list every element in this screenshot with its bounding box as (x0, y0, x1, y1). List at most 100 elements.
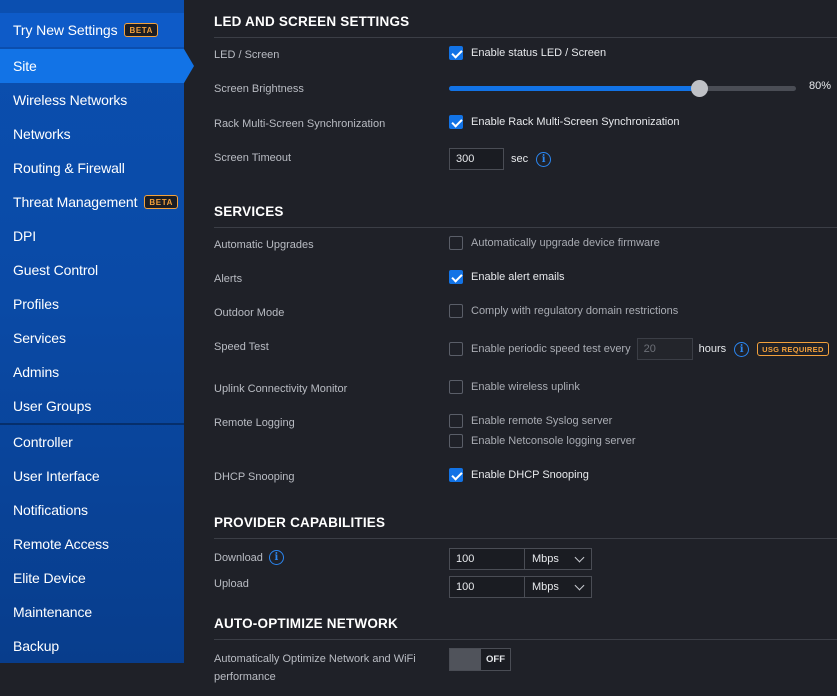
uplink-monitor-label: Uplink Connectivity Monitor (214, 383, 348, 395)
auto-upgrades-row: Automatically upgrade device firmware (449, 236, 660, 250)
speed-test-interval-input[interactable]: 20 (636, 338, 693, 360)
alerts-option: Enable alert emails (471, 271, 565, 283)
sidebar-item-label: Maintenance (13, 604, 93, 620)
try-new-settings-link[interactable]: Try New Settings BETA (0, 13, 184, 47)
info-icon[interactable]: i (734, 341, 750, 357)
rack-sync-label: Rack Multi-Screen Synchronization (214, 118, 386, 130)
sidebar-item-guest-control[interactable]: Guest Control (0, 253, 184, 287)
wireless-uplink-option: Enable wireless uplink (471, 381, 580, 393)
sidebar-item-user-groups[interactable]: User Groups (0, 389, 184, 423)
sidebar-item-profiles[interactable]: Profiles (0, 287, 184, 321)
section-divider (214, 538, 837, 539)
sidebar-item-label: Site (13, 58, 37, 74)
syslog-option: Enable remote Syslog server (471, 415, 613, 427)
sidebar-item-remote-access[interactable]: Remote Access (0, 527, 184, 561)
brightness-label: Screen Brightness (214, 83, 304, 95)
section-divider (214, 639, 837, 640)
speed-test-checkbox[interactable] (449, 342, 463, 356)
toggle-state: OFF (486, 654, 505, 665)
netconsole-checkbox[interactable] (449, 434, 463, 448)
auto-optimize-label-line1: Automatically Optimize Network and WiFi (214, 653, 416, 665)
sidebar-item-wireless-networks[interactable]: Wireless Networks (0, 83, 184, 117)
outdoor-mode-row: Comply with regulatory domain restrictio… (449, 304, 678, 318)
section-title-provider: PROVIDER CAPABILITIES (214, 515, 386, 530)
speed-test-option: Enable periodic speed test every (471, 343, 631, 355)
sidebar-item-label: Threat Management (13, 194, 138, 210)
sidebar-item-admins[interactable]: Admins (0, 355, 184, 389)
led-screen-checkbox[interactable] (449, 46, 463, 60)
auto-optimize-label-line2: performance (214, 671, 276, 683)
sidebar-item-maintenance[interactable]: Maintenance (0, 595, 184, 629)
sidebar-item-elite-device[interactable]: Elite Device (0, 561, 184, 595)
sidebar-item-label: Guest Control (13, 262, 99, 278)
upload-label: Upload (214, 578, 249, 590)
outdoor-mode-option: Comply with regulatory domain restrictio… (471, 305, 679, 317)
alerts-row: Enable alert emails (449, 270, 565, 284)
sidebar-item-user-interface[interactable]: User Interface (0, 459, 184, 493)
download-label: Download (214, 551, 263, 564)
sidebar-item-label: Admins (13, 364, 60, 380)
screen-timeout-label: Screen Timeout (214, 152, 292, 164)
auto-upgrades-label: Automatic Upgrades (214, 239, 314, 251)
sidebar-item-label: Profiles (13, 296, 59, 312)
outdoor-mode-checkbox[interactable] (449, 304, 463, 318)
dhcp-snooping-checkbox[interactable] (449, 468, 463, 482)
sidebar-item-label: Controller (13, 434, 73, 450)
rack-sync-option: Enable Rack Multi-Screen Synchronization (471, 116, 680, 128)
sidebar-item-label: Backup (13, 638, 60, 654)
sidebar-item-label: User Interface (13, 468, 100, 484)
auto-optimize-toggle[interactable]: OFF (449, 648, 511, 671)
sidebar-item-label: DPI (13, 228, 37, 244)
auto-upgrades-checkbox[interactable] (449, 236, 463, 250)
sidebar-item-label: Remote Access (13, 536, 109, 552)
beta-badge: BETA (124, 23, 159, 37)
dhcp-snooping-option: Enable DHCP Snooping (471, 469, 589, 481)
info-icon[interactable]: i (536, 151, 552, 167)
wireless-uplink-checkbox[interactable] (449, 380, 463, 394)
netconsole-row: Enable Netconsole logging server (449, 434, 636, 448)
sidebar-item-threat-management[interactable]: Threat Management BETA (0, 185, 184, 219)
download-speed-field: 100 Mbps (449, 548, 592, 570)
section-title-led: LED AND SCREEN SETTINGS (214, 14, 410, 29)
chevron-down-icon (574, 552, 585, 562)
download-input[interactable]: 100 (450, 549, 525, 569)
auto-upgrades-option: Automatically upgrade device firmware (471, 237, 660, 249)
led-screen-option: Enable status LED / Screen (471, 47, 607, 59)
download-unit-select[interactable]: Mbps (525, 549, 591, 569)
toggle-knob (450, 649, 481, 670)
sidebar-item-label: Networks (13, 126, 71, 142)
sidebar-item-site[interactable]: Site (0, 49, 194, 83)
sidebar-item-backup[interactable]: Backup (0, 629, 184, 663)
section-title-services: SERVICES (214, 204, 284, 219)
rack-sync-row: Enable Rack Multi-Screen Synchronization (449, 115, 680, 129)
sidebar-item-label: Services (13, 330, 66, 346)
upload-unit-value: Mbps (532, 581, 559, 593)
sidebar: Try New Settings BETA Site Wireless Netw… (0, 0, 194, 663)
sidebar-item-label: Routing & Firewall (13, 160, 125, 176)
uplink-monitor-row: Enable wireless uplink (449, 380, 580, 394)
sidebar-item-networks[interactable]: Networks (0, 117, 184, 151)
sidebar-item-label: Wireless Networks (13, 92, 128, 108)
sidebar-item-dpi[interactable]: DPI (0, 219, 184, 253)
settings-panel: LED AND SCREEN SETTINGS LED / Screen Ena… (184, 0, 837, 696)
outdoor-mode-label: Outdoor Mode (214, 307, 285, 319)
screen-timeout-input[interactable]: 300 (449, 148, 504, 170)
upload-unit-select[interactable]: Mbps (525, 577, 591, 597)
sidebar-item-routing-firewall[interactable]: Routing & Firewall (0, 151, 184, 185)
sidebar-item-notifications[interactable]: Notifications (0, 493, 184, 527)
sidebar-item-services[interactable]: Services (0, 321, 184, 355)
sidebar-item-label: Notifications (13, 502, 88, 518)
usg-required-badge: USG REQUIRED (757, 342, 829, 356)
section-title-auto-optimize: AUTO-OPTIMIZE NETWORK (214, 616, 398, 631)
sidebar-item-controller[interactable]: Controller (0, 425, 184, 459)
brightness-value: 80% (809, 80, 832, 92)
brightness-slider[interactable] (449, 80, 796, 97)
syslog-checkbox[interactable] (449, 414, 463, 428)
alerts-checkbox[interactable] (449, 270, 463, 284)
upload-input[interactable]: 100 (450, 577, 525, 597)
brightness-slider-fill (449, 86, 699, 91)
netconsole-option: Enable Netconsole logging server (471, 435, 636, 447)
info-icon[interactable]: i (268, 550, 284, 565)
rack-sync-checkbox[interactable] (449, 115, 463, 129)
brightness-slider-thumb[interactable] (690, 80, 708, 97)
